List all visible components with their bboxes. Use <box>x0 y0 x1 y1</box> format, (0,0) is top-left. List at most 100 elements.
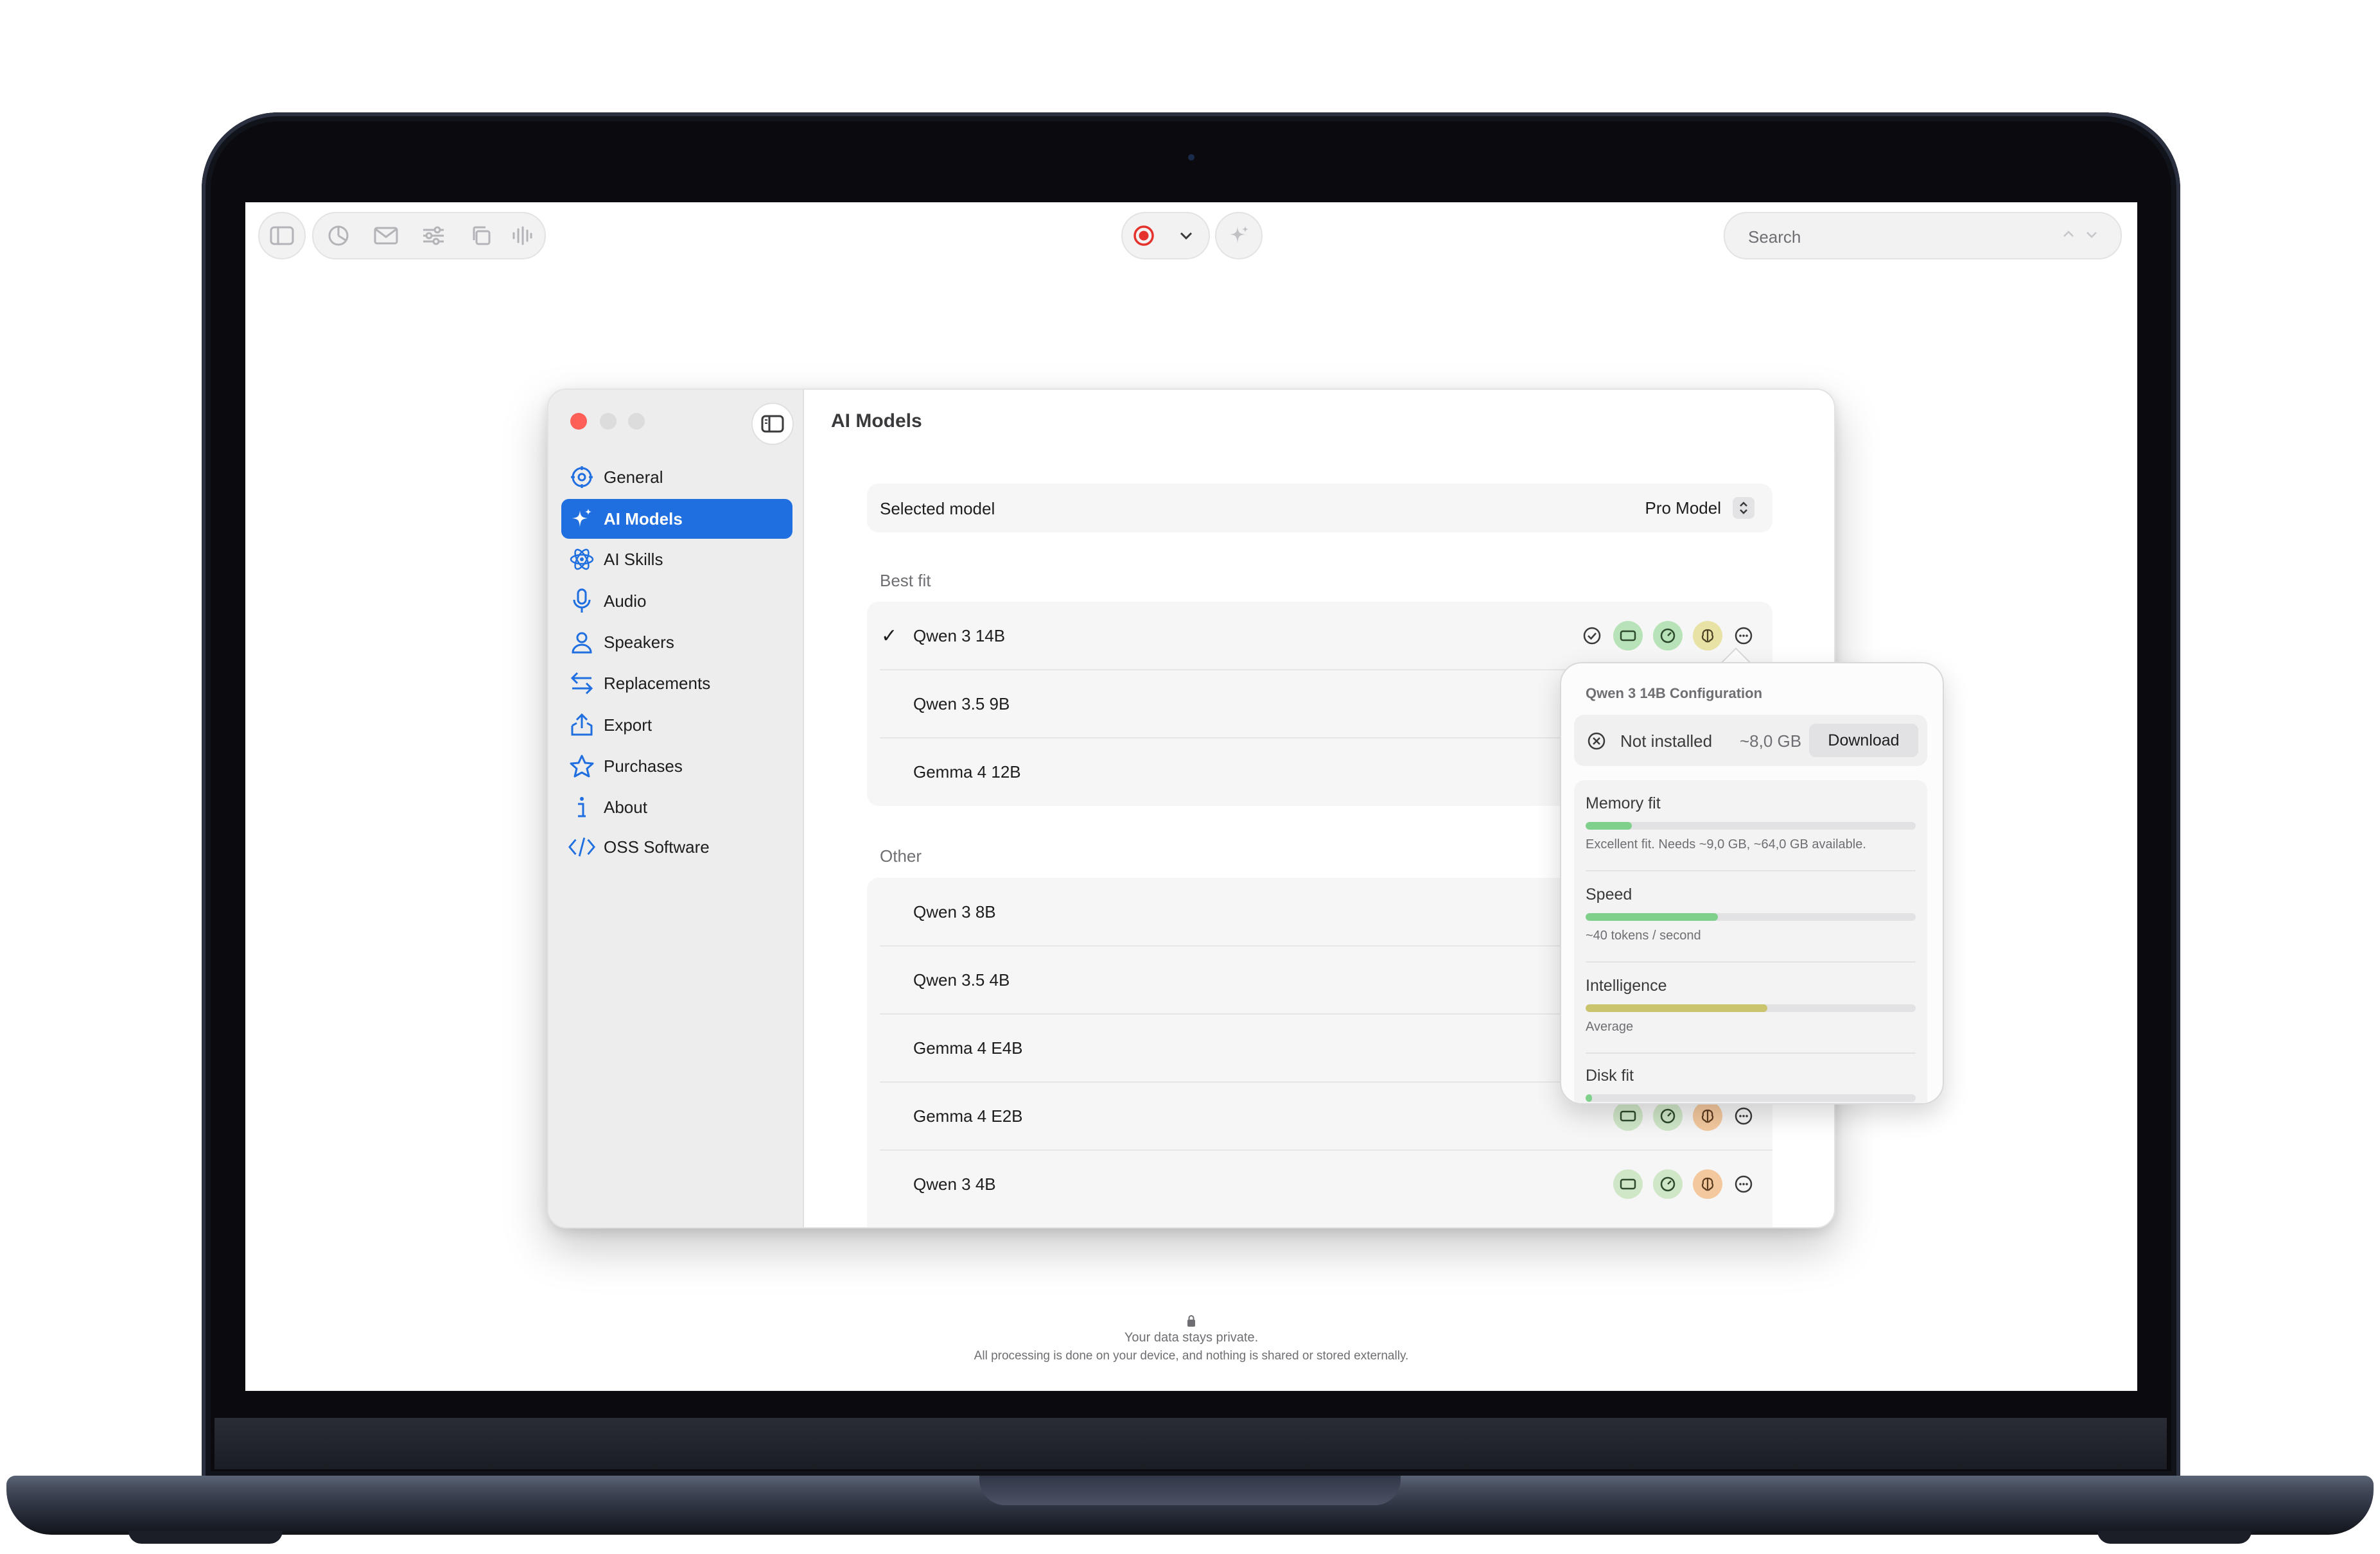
metric-bar-fill <box>1586 1094 1593 1102</box>
metric-bar-fill <box>1586 913 1718 921</box>
sidebar-item-label: Speakers <box>604 632 674 652</box>
section-title-best-fit: Best fit <box>880 571 931 590</box>
section-title-other: Other <box>880 846 922 866</box>
chevron-down-icon <box>1180 232 1193 240</box>
sidebar-item-audio[interactable]: Audio <box>561 581 792 621</box>
model-row-qwen-3-14b[interactable]: ✓ Qwen 3 14B <box>867 602 1772 670</box>
metric-title: Disk fit <box>1586 1067 1634 1085</box>
metric-intelligence: Intelligence Average <box>1586 977 1916 1035</box>
code-icon <box>568 837 595 857</box>
sidebar-item-export[interactable]: Export <box>561 705 792 745</box>
close-window-button[interactable] <box>570 413 587 430</box>
sidebar-item-ai-models[interactable]: AI Models <box>561 499 792 539</box>
laptop-foot-right <box>2097 1531 2252 1544</box>
sparkles-icon <box>1230 226 1248 243</box>
brain-icon <box>1693 621 1722 650</box>
memory-chip-icon <box>1613 1101 1643 1131</box>
model-row-qwen-3-4b[interactable]: Qwen 3 4B <box>867 1150 1772 1218</box>
chevron-down-icon[interactable] <box>2085 230 2099 240</box>
model-badges <box>1613 1101 1754 1131</box>
camera <box>1188 154 1194 161</box>
sidebar-item-general[interactable]: General <box>561 457 792 497</box>
search-field[interactable]: Search <box>1724 212 2122 259</box>
ai-group <box>1215 212 1263 259</box>
privacy-headline: Your data stays private. <box>1124 1331 1259 1345</box>
brain-icon <box>1693 1101 1722 1131</box>
sidebar-item-label: Audio <box>604 591 647 611</box>
model-name: Qwen 3 8B <box>913 902 996 921</box>
metric-bar-fill <box>1586 822 1632 830</box>
copy-button[interactable] <box>465 220 497 252</box>
ai-button[interactable] <box>1223 220 1255 252</box>
metric-title: Speed <box>1586 886 1632 904</box>
waveform-button[interactable] <box>506 220 538 252</box>
download-button[interactable]: Download <box>1809 724 1918 757</box>
popover-title: Qwen 3 14B Configuration <box>1586 685 1763 701</box>
sidebar-item-ai-skills[interactable]: AI Skills <box>561 539 792 579</box>
toolbar-sidebar-group <box>258 212 306 259</box>
model-name: Qwen 3.5 9B <box>913 694 1010 713</box>
sidebar-item-oss-software[interactable]: OSS Software <box>561 827 792 867</box>
chart-button[interactable] <box>322 220 354 252</box>
sliders-icon <box>423 226 444 245</box>
model-picker[interactable]: Pro Model <box>1645 493 1754 523</box>
model-name: Gemma 4 E2B <box>913 1106 1023 1126</box>
sidebar-icon <box>270 226 294 245</box>
sidebar-item-purchases[interactable]: Purchases <box>561 746 792 786</box>
speed-gauge-icon <box>1653 621 1683 650</box>
envelope-icon <box>374 227 398 245</box>
model-name: Gemma 4 E4B <box>913 1038 1023 1058</box>
metric-memory-fit: Memory fit Excellent fit. Needs ~9,0 GB,… <box>1586 794 1916 852</box>
more-options-icon[interactable] <box>1733 1173 1754 1195</box>
metric-separator <box>1586 870 1916 871</box>
sidebar-toggle-button[interactable] <box>266 220 298 252</box>
star-icon <box>570 755 594 778</box>
more-options-icon[interactable] <box>1733 625 1754 647</box>
checkmark-icon: ✓ <box>881 625 898 647</box>
memory-chip-icon <box>1613 621 1643 650</box>
sidebar-item-replacements[interactable]: Replacements <box>561 663 792 703</box>
record-button[interactable] <box>1128 220 1160 252</box>
sidebar-item-about[interactable]: About <box>561 787 792 827</box>
more-options-icon[interactable] <box>1733 1105 1754 1127</box>
metric-separator <box>1586 961 1916 963</box>
person-icon <box>572 632 592 654</box>
page-title: AI Models <box>831 410 922 432</box>
lock-icon <box>1187 1315 1195 1327</box>
zoom-window-button[interactable] <box>628 413 645 430</box>
chart-pie-icon <box>328 225 349 246</box>
metric-bar-fill <box>1586 1004 1767 1012</box>
memory-chip-icon <box>1613 1169 1643 1199</box>
minimize-window-button[interactable] <box>600 413 617 430</box>
metric-separator <box>1586 1052 1916 1054</box>
copy-icon <box>473 226 491 245</box>
filters-button[interactable] <box>417 220 450 252</box>
installed-status-icon <box>1581 625 1603 647</box>
record-icon <box>1133 225 1154 246</box>
sidebar-item-speakers[interactable]: Speakers <box>561 622 792 662</box>
metric-title: Memory fit <box>1586 794 1661 812</box>
selected-model-label: Selected model <box>880 499 995 518</box>
install-status-text: Not installed <box>1620 731 1713 751</box>
record-options-button[interactable] <box>1170 220 1202 252</box>
laptop-chin <box>214 1418 2167 1469</box>
sidebar-item-label: Export <box>604 715 652 735</box>
sidebar: General AI Models AI Skills Audio Speake… <box>548 390 804 1227</box>
chevron-up-icon[interactable] <box>2061 229 2076 239</box>
sidebar-item-label: OSS Software <box>604 837 710 857</box>
speed-gauge-icon <box>1653 1169 1683 1199</box>
metric-description: Excellent fit. Needs ~9,0 GB, ~64,0 GB a… <box>1586 837 1866 851</box>
screen: Search General AI Models AI Skills Audio… <box>245 202 2137 1391</box>
selected-model-row: Selected model Pro Model <box>867 484 1772 532</box>
metric-bar <box>1586 1094 1916 1102</box>
chevron-up-down-icon <box>1733 497 1754 519</box>
record-group <box>1121 212 1210 259</box>
mail-button[interactable] <box>370 220 402 252</box>
search-placeholder: Search <box>1748 227 1801 247</box>
sidebar-collapse-button[interactable] <box>751 403 794 445</box>
metric-disk-fit: Disk fit <box>1586 1067 1916 1102</box>
sidebar-item-label: AI Skills <box>604 549 663 569</box>
metric-description: Average <box>1586 1020 1634 1034</box>
atom-icon <box>570 548 594 570</box>
metric-description: ~40 tokens / second <box>1586 929 1701 943</box>
